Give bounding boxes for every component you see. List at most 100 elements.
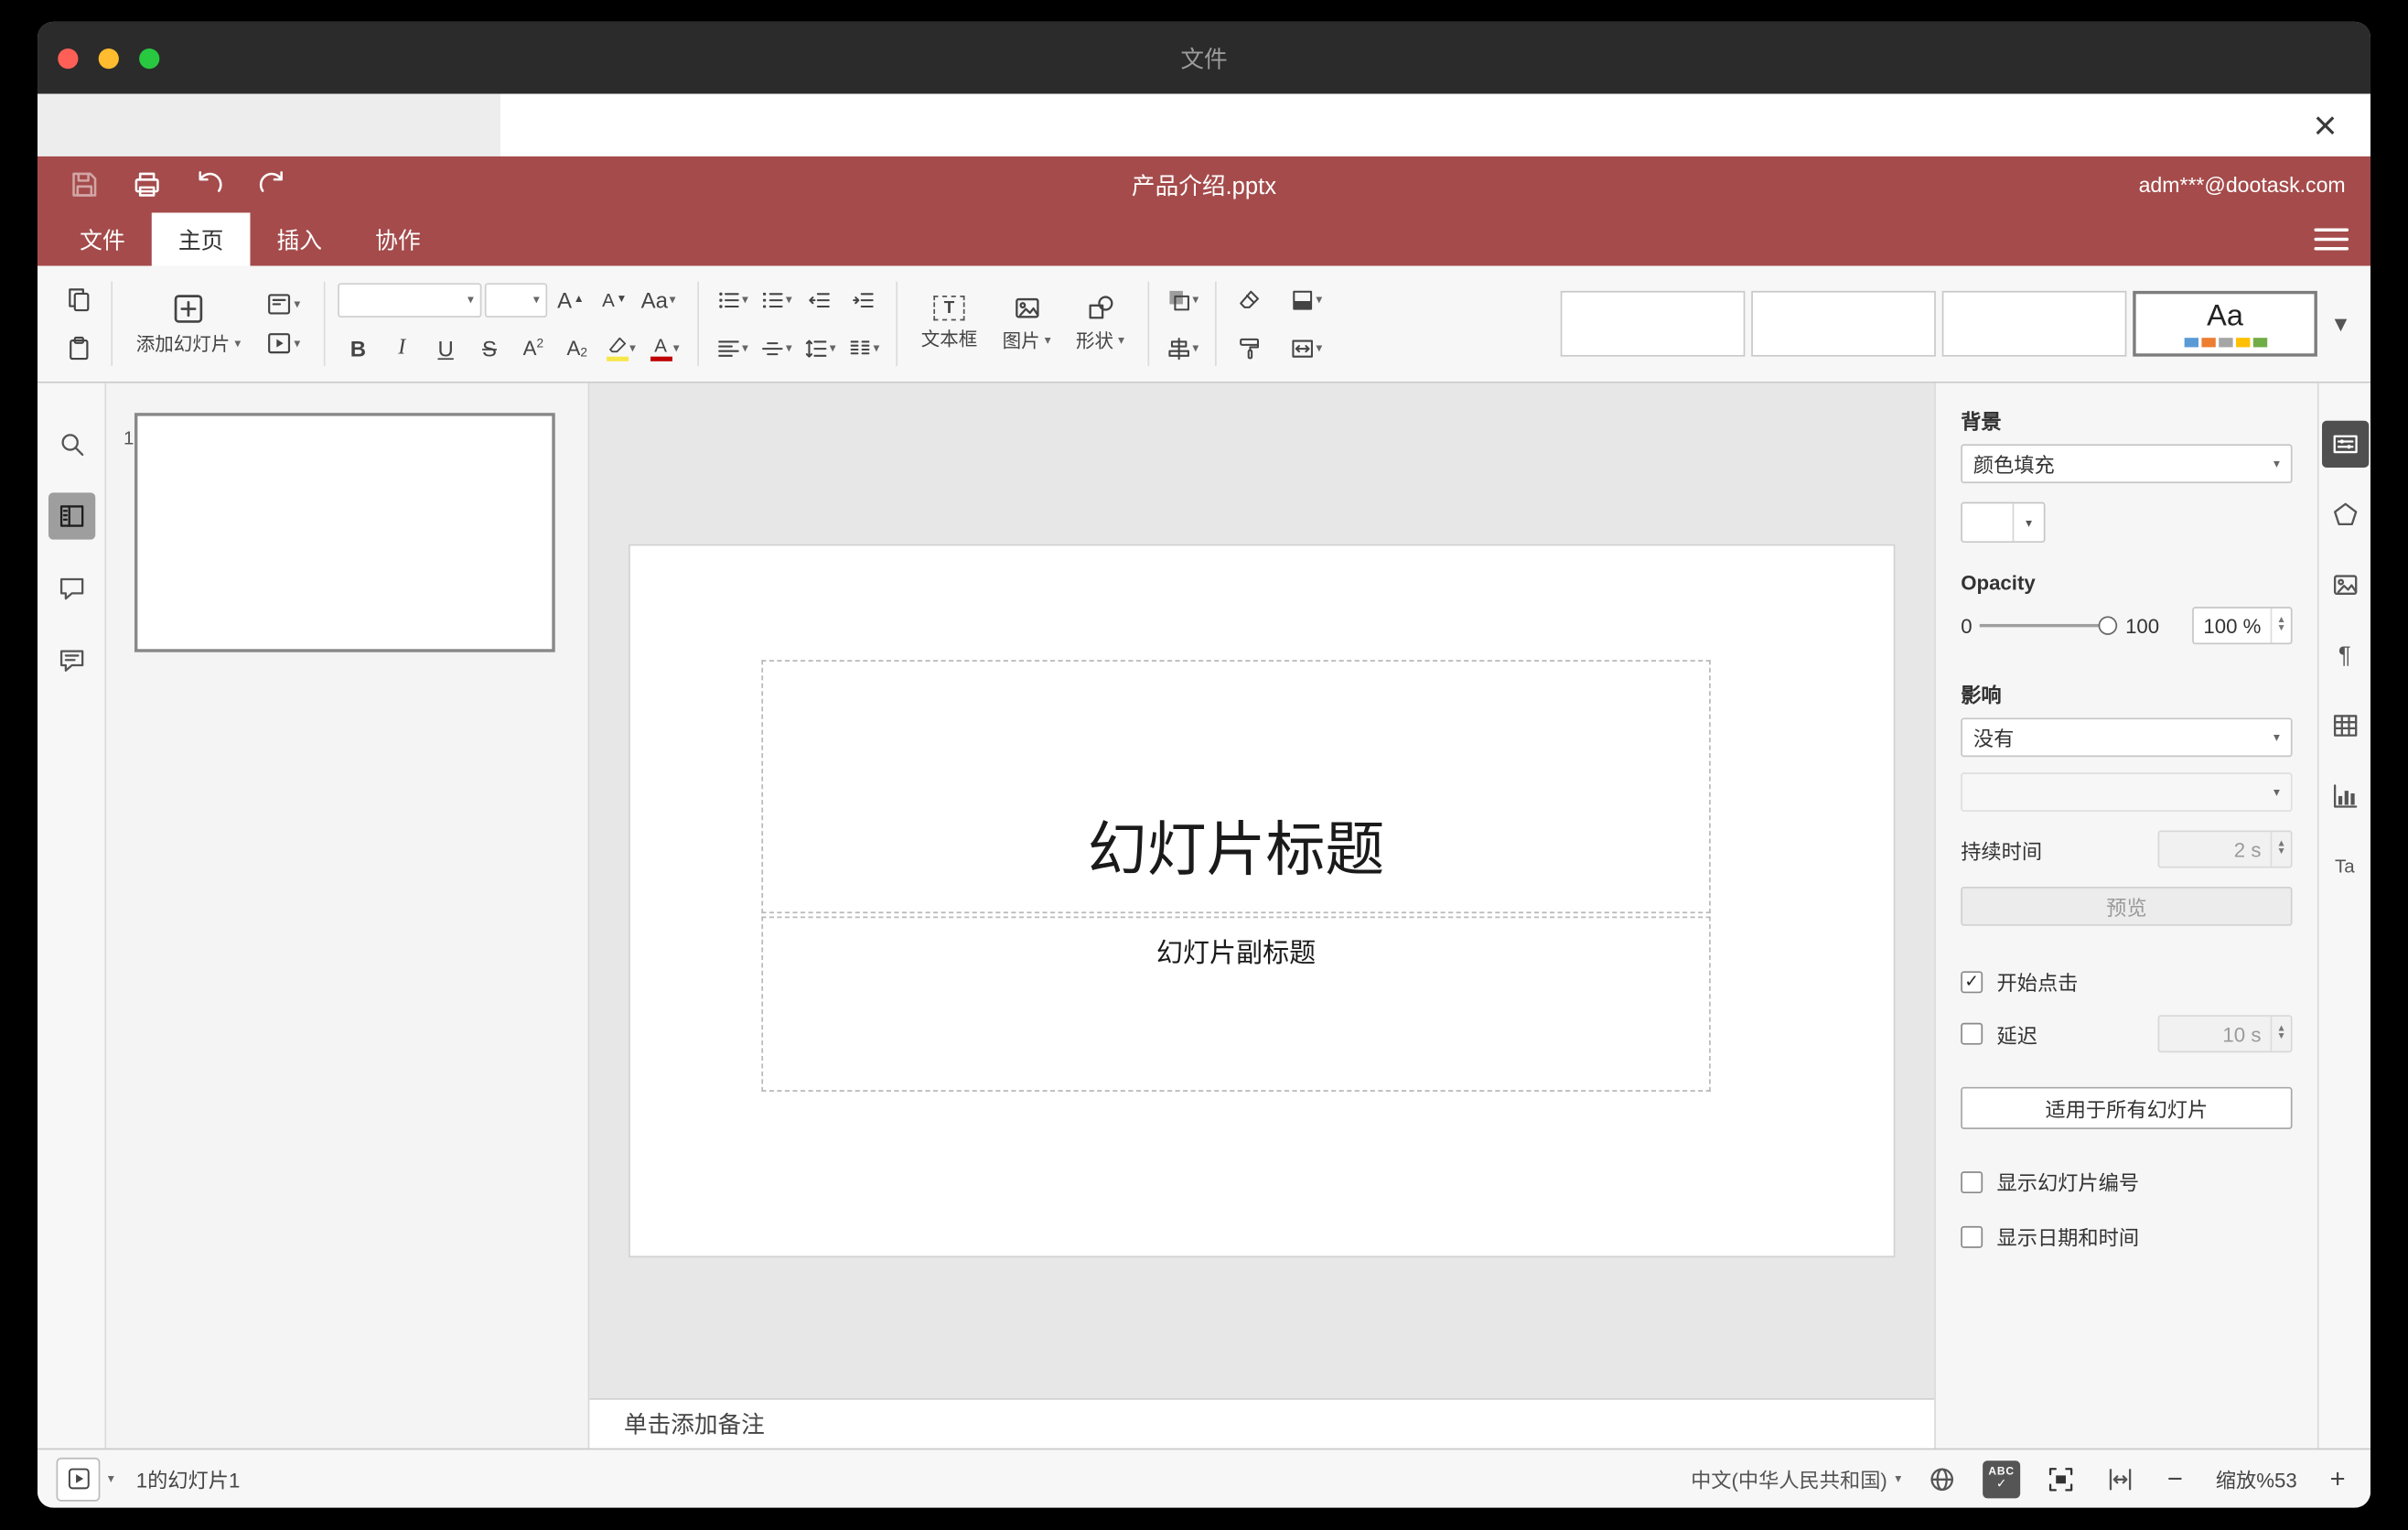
close-icon[interactable]: × (2298, 99, 2351, 152)
font-name-select[interactable]: ▾ (338, 282, 482, 318)
show-slide-number-row[interactable]: 显示幻灯片编号 (1961, 1167, 2292, 1196)
slide-title-placeholder[interactable]: 幻灯片标题 (761, 660, 1711, 914)
opacity-value-field[interactable]: 100 % ▲ ▼ (2192, 607, 2293, 645)
effect-select[interactable]: 没有 ▾ (1961, 717, 2293, 758)
italic-button[interactable]: I (382, 329, 422, 368)
insert-shape-button[interactable]: 形状 ▾ (1065, 291, 1135, 357)
slides-panel-icon[interactable] (48, 492, 95, 540)
show-slide-number-checkbox[interactable] (1961, 1170, 1983, 1193)
preview-button[interactable]: 预览 (1961, 887, 2293, 926)
copy-style-icon[interactable] (1230, 329, 1270, 368)
slide-layout-icon[interactable]: ▾ (263, 285, 303, 324)
minimize-traffic-light[interactable] (98, 48, 119, 69)
spinner-arrows[interactable]: ▲ ▼ (2270, 608, 2291, 643)
menu-icon[interactable] (2314, 223, 2349, 254)
decrease-font-icon[interactable]: A ▼ (595, 280, 635, 319)
tab-home[interactable]: 主页 (151, 212, 251, 266)
change-case-icon[interactable]: Aa ▾ (638, 280, 678, 319)
spinner-arrows[interactable]: ▲ ▼ (2270, 832, 2291, 867)
slide-settings-icon[interactable] (2321, 420, 2369, 469)
theme-option-selected[interactable]: Aa (2133, 290, 2317, 357)
apply-to-all-slides-button[interactable]: 适用于所有幻灯片 (1961, 1086, 2293, 1129)
effect-type-select[interactable]: ▾ (1961, 772, 2293, 813)
background-fill-select[interactable]: 颜色填充 ▾ (1961, 444, 2293, 484)
search-icon[interactable] (48, 421, 94, 468)
start-slideshow-icon[interactable]: ▾ (263, 324, 303, 363)
chart-settings-icon[interactable] (2321, 772, 2368, 819)
numbered-list-icon[interactable]: ▾ (756, 280, 796, 319)
show-date-time-row[interactable]: 显示日期和时间 (1961, 1222, 2292, 1251)
save-icon[interactable] (66, 166, 103, 203)
document-language-icon[interactable] (1923, 1460, 1961, 1497)
columns-icon[interactable]: ▾ (843, 329, 883, 368)
zoom-traffic-light[interactable] (139, 48, 160, 69)
chat-icon[interactable] (48, 637, 94, 684)
spellcheck-icon[interactable]: ABC (1983, 1460, 2021, 1498)
arrange-shapes-icon[interactable]: ▾ (1162, 280, 1202, 319)
font-color-icon[interactable]: A ▾ (644, 329, 684, 368)
table-settings-icon[interactable] (2321, 702, 2368, 749)
spinner-arrows[interactable]: ▲ ▼ (2270, 1016, 2291, 1051)
superscript-button[interactable]: A2 (513, 329, 554, 368)
line-spacing-icon[interactable]: ▾ (799, 329, 839, 368)
paragraph-settings-icon[interactable] (2321, 631, 2368, 678)
paste-icon[interactable] (58, 329, 98, 368)
bullet-list-icon[interactable]: ▾ (712, 280, 752, 319)
background-color-picker[interactable]: ▾ (1961, 501, 2046, 544)
decrease-indent-icon[interactable] (799, 280, 839, 319)
redo-icon[interactable] (253, 166, 291, 203)
opacity-slider-knob[interactable] (2099, 616, 2118, 635)
shape-settings-icon[interactable] (2321, 491, 2368, 538)
textart-settings-icon[interactable] (2321, 843, 2368, 889)
tab-collaboration[interactable]: 协作 (349, 212, 447, 265)
copy-icon[interactable] (58, 280, 98, 319)
slide-subtitle-placeholder[interactable]: 幻灯片副标题 (761, 916, 1711, 1092)
horizontal-align-icon[interactable]: ▾ (712, 329, 752, 368)
print-icon[interactable] (128, 166, 166, 203)
theme-option[interactable] (1941, 290, 2127, 357)
underline-button[interactable]: U (425, 329, 466, 368)
show-date-time-checkbox[interactable] (1961, 1225, 1983, 1248)
add-slide-button[interactable]: 添加幻灯片 ▾ (125, 288, 252, 359)
fit-slide-icon[interactable] (2042, 1460, 2080, 1497)
start-slideshow-status-icon[interactable] (56, 1457, 101, 1501)
increase-font-icon[interactable]: A ▲ (551, 280, 591, 319)
theme-option[interactable] (1560, 290, 1746, 357)
align-shapes-icon[interactable]: ▾ (1162, 329, 1202, 368)
theme-option[interactable] (1751, 290, 1936, 357)
delay-field[interactable]: 10 s ▲ ▼ (2157, 1015, 2293, 1053)
slide-size-icon[interactable]: ▾ (1285, 329, 1326, 368)
slide[interactable]: 幻灯片标题 幻灯片副标题 (629, 545, 1894, 1256)
close-traffic-light[interactable] (58, 48, 79, 69)
chevron-down-icon[interactable]: ▾ (108, 1471, 114, 1485)
notes-area[interactable]: 单击添加备注 (589, 1397, 1935, 1449)
image-settings-icon[interactable] (2321, 562, 2368, 609)
strikethrough-button[interactable]: S (469, 329, 510, 368)
bold-button[interactable]: B (338, 329, 378, 368)
theme-gallery-expand-icon[interactable]: ▾ (2324, 274, 2359, 373)
duration-field[interactable]: 2 s ▲ ▼ (2157, 830, 2293, 868)
start-on-click-row[interactable]: 开始点击 (1961, 966, 2292, 996)
start-on-click-checkbox[interactable] (1961, 970, 1983, 993)
comments-icon[interactable] (48, 565, 94, 611)
delay-checkbox-row[interactable]: 延迟 (1961, 1018, 2037, 1048)
subscript-button[interactable]: A2 (556, 329, 597, 368)
slide-thumbnail[interactable] (134, 413, 555, 652)
fit-width-icon[interactable] (2102, 1460, 2139, 1497)
language-selector[interactable]: 中文(中华人民共和国) ▾ (1691, 1464, 1901, 1493)
zoom-in-button[interactable]: + (2324, 1463, 2352, 1494)
tab-file[interactable]: 文件 (53, 212, 152, 265)
tab-insert[interactable]: 插入 (250, 212, 349, 265)
increase-indent-icon[interactable] (843, 280, 883, 319)
font-size-select[interactable]: ▾ (484, 282, 548, 318)
delay-checkbox[interactable] (1961, 1022, 1983, 1045)
insert-image-button[interactable]: 图片 ▾ (992, 291, 1062, 357)
undo-icon[interactable] (191, 166, 229, 203)
insert-textbox-button[interactable]: 文本框 (910, 293, 988, 355)
opacity-slider[interactable] (1980, 616, 2118, 635)
zoom-out-button[interactable]: − (2161, 1463, 2189, 1494)
vertical-align-icon[interactable]: ▾ (756, 329, 796, 368)
slide-canvas[interactable]: 幻灯片标题 幻灯片副标题 (589, 382, 1935, 1398)
highlight-color-icon[interactable]: ▾ (600, 329, 640, 368)
shape-fill-icon[interactable]: ▾ (1285, 280, 1326, 319)
